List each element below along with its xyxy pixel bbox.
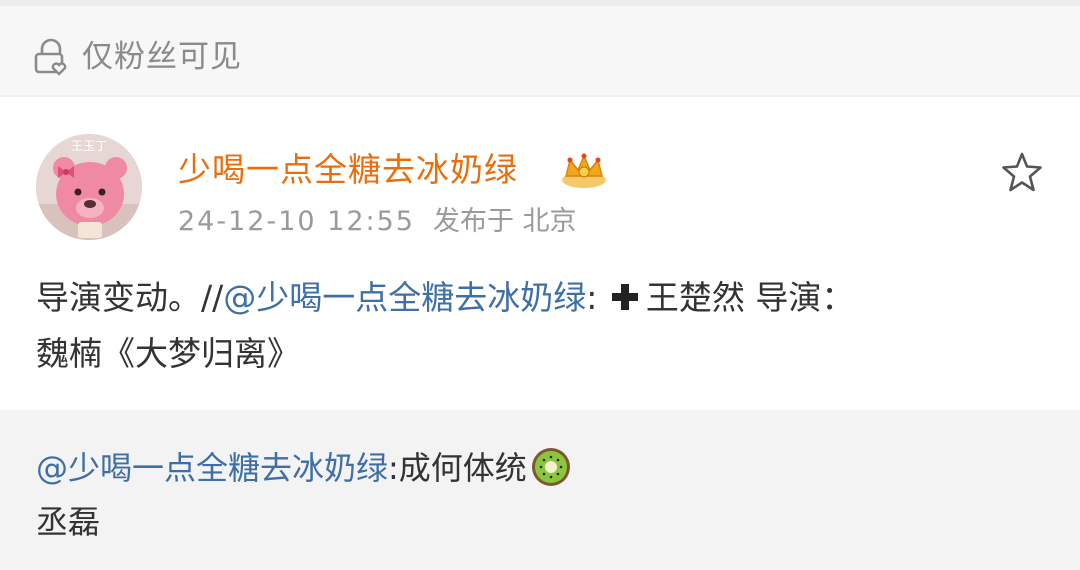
star-outline-icon[interactable] [1000, 150, 1044, 194]
content-colon: : [586, 278, 598, 317]
content-line2: 魏楠《大梦归离》 [36, 334, 300, 373]
post-timestamp: 24-12-10 12:55 [178, 206, 415, 237]
avatar[interactable]: 王玉丁 [36, 134, 142, 240]
content-lead: 导演变动。// [36, 278, 224, 317]
content-rest-line1: 王楚然 导演： [645, 278, 855, 317]
repost-text: :成何体统 [388, 449, 527, 487]
kiwi-icon [531, 448, 570, 486]
lock-heart-icon [34, 38, 67, 76]
author-name[interactable]: 少喝一点全糖去冰奶绿 [178, 146, 518, 194]
post-meta: 24-12-10 12:55 发布于 北京 [178, 202, 577, 242]
avatar-image: 王玉丁 [36, 134, 142, 240]
plus-icon [611, 284, 638, 310]
visibility-bar: 仅粉丝可见 [0, 0, 1080, 97]
post-content: 导演变动。//@少喝一点全糖去冰奶绿: 王楚然 导演： 魏楠《大梦归离》 [36, 270, 1046, 382]
post-location: 发布于 北京 [432, 206, 577, 237]
repost-line2: 丞磊 [36, 503, 101, 541]
content-mention[interactable]: @少喝一点全糖去冰奶绿 [223, 278, 586, 317]
repost-line1: @少喝一点全糖去冰奶绿:成何体统 [36, 442, 573, 494]
visibility-label: 仅粉丝可见 [82, 39, 242, 75]
repost-mention[interactable]: @少喝一点全糖去冰奶绿 [36, 449, 388, 487]
avatar-badge-text: 王玉丁 [71, 139, 107, 153]
repost-block[interactable]: @少喝一点全糖去冰奶绿:成何体统 丞磊 [0, 410, 1080, 570]
crown-icon [562, 153, 606, 188]
